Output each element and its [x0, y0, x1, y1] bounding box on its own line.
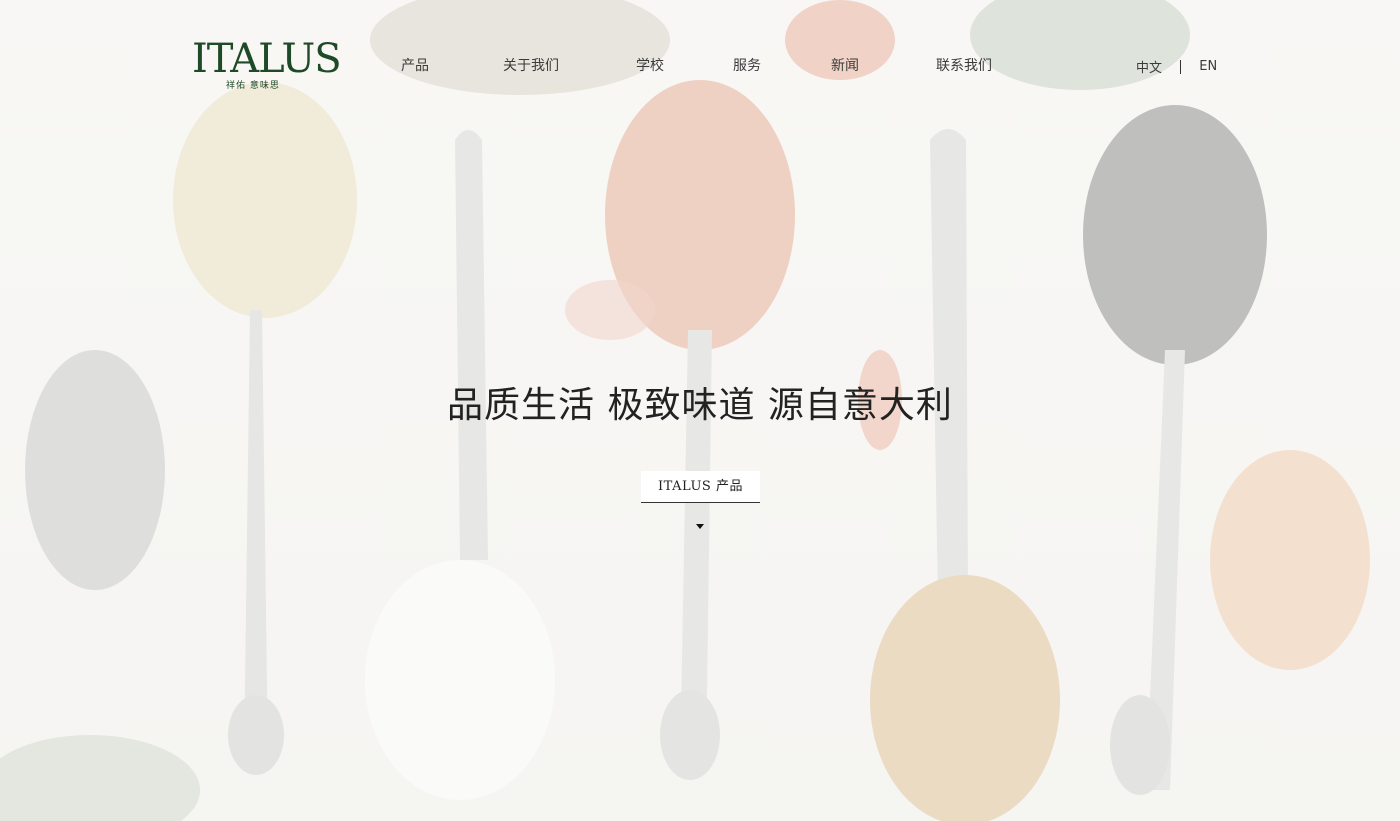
nav-item-about-us[interactable]: 关于我们	[503, 55, 559, 75]
language-divider	[1180, 59, 1182, 74]
hero-headline: 品质生活 极致味道 源自意大利	[447, 385, 953, 426]
nav-item-school[interactable]: 学校	[636, 55, 664, 75]
caret-down-icon[interactable]	[696, 524, 704, 529]
language-option-chinese[interactable]: 中文	[1136, 57, 1162, 76]
language-option-english[interactable]: EN	[1199, 59, 1217, 74]
products-button[interactable]: ITALUS 产品	[641, 471, 760, 503]
nav-item-products[interactable]: 产品	[401, 55, 429, 75]
nav-item-news[interactable]: 新闻	[831, 55, 859, 75]
page: ITALUS 祥佑 意味思 产品 关于我们 学校 服务 新闻 联系我们 中文 E…	[0, 0, 1400, 821]
language-switcher: 中文 EN	[1136, 57, 1217, 76]
nav-item-services[interactable]: 服务	[733, 55, 761, 75]
logo-subtitle: 祥佑 意味思	[226, 81, 280, 91]
nav-item-contact-us[interactable]: 联系我们	[936, 55, 992, 75]
